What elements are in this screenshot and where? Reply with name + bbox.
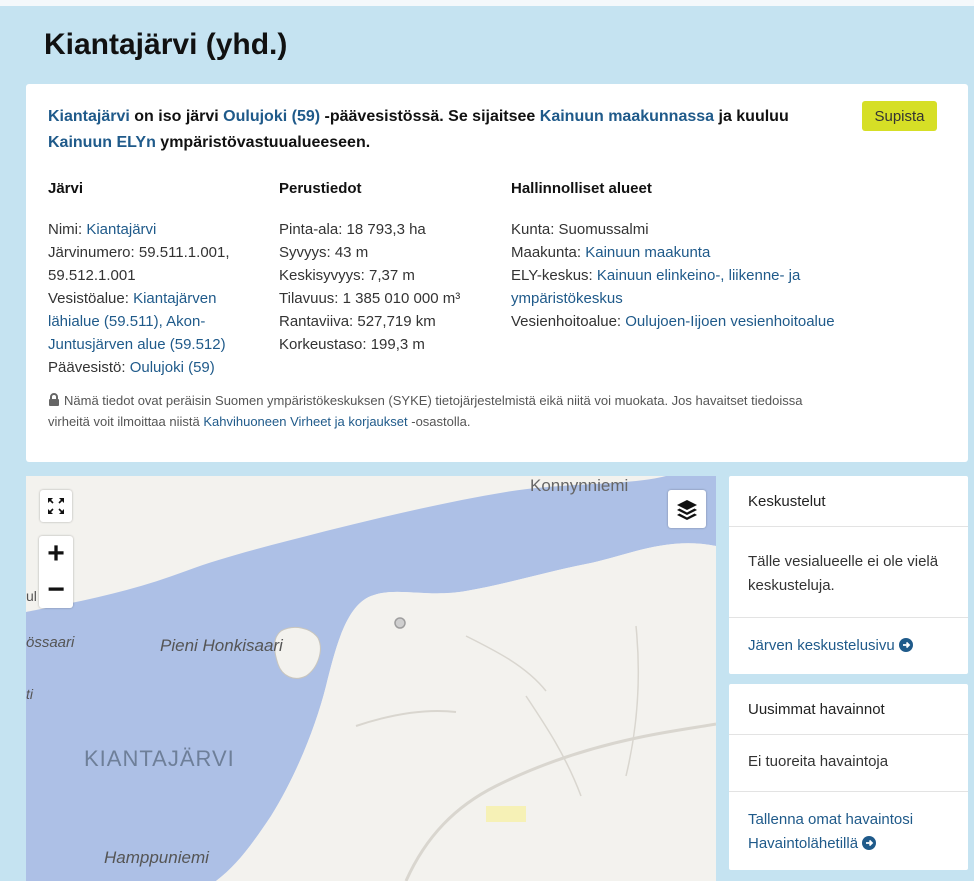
- volume-value: Tilavuus: 1 385 010 000 m³: [279, 290, 461, 307]
- catchment-row: Vesistöalue: Kiantajärven: [48, 290, 217, 307]
- map-label-left2: ti: [26, 686, 33, 702]
- catchment-row-2: lähialue (59.511), Akon-: [48, 310, 263, 333]
- ely-value-link[interactable]: Kainuun elinkeino-, liikenne- ja: [597, 267, 800, 284]
- depth-value: Syvyys: 43 m: [279, 244, 369, 261]
- municipality-row: Kunta: Suomussalmi: [511, 221, 649, 238]
- discussions-body: Tälle vesialueelle ei ole vielä keskuste…: [729, 527, 968, 618]
- map-terrain: [26, 476, 716, 881]
- lake-name-row: Nimi: Kiantajärvi: [48, 221, 157, 238]
- lock-icon: [48, 392, 60, 412]
- fullscreen-button[interactable]: [40, 490, 72, 522]
- main-basin-row: Päävesistö: Oulujoki (59): [48, 359, 215, 376]
- lake-map[interactable]: Konnynniemi Pieni Honkisaari össaari ti …: [26, 476, 716, 881]
- discussions-link[interactable]: Järven keskustelusivu: [729, 618, 968, 674]
- ely-row: ELY-keskus: Kainuun elinkeino-, liikenne…: [511, 267, 801, 284]
- map-label-bottom: Hamppuniemi: [104, 848, 209, 867]
- zoom-in-button[interactable]: +: [39, 536, 73, 572]
- catchment-link-2[interactable]: Akon-: [163, 313, 205, 330]
- basin-link[interactable]: Oulujoki (59): [223, 108, 320, 125]
- map-label-left1: össaari: [26, 634, 75, 651]
- collapse-button[interactable]: Supista: [862, 101, 937, 131]
- data-source-notice: Nämä tiedot ovat peräisin Suomen ympäris…: [48, 392, 803, 429]
- catchment-row-3: Juntusjärven alue (59.512): [48, 333, 263, 356]
- lake-info-card: Kiantajärvi on iso järvi Oulujoki (59) -…: [26, 84, 968, 462]
- lake-link[interactable]: Kiantajärvi: [48, 108, 130, 125]
- mean-depth-value: Keskisyvyys: 7,37 m: [279, 267, 415, 284]
- basic-info-column: Perustiedot Pinta-ala: 18 793,3 ha Syvyy…: [279, 178, 499, 356]
- page-title: Kiantajärvi (yhd.): [44, 28, 288, 61]
- elevation-value: Korkeustaso: 199,3 m: [279, 336, 425, 353]
- lake-column: Järvi Nimi: Kiantajärvi Järvinumero: 59.…: [48, 178, 263, 379]
- region-row: Maakunta: Kainuun maakunta: [511, 244, 711, 261]
- ely-value-link-2[interactable]: ympäristökeskus: [511, 290, 623, 307]
- lake-name-link[interactable]: Kiantajärvi: [86, 221, 156, 238]
- observations-heading: Uusimmat havainnot: [729, 684, 968, 735]
- discussions-heading: Keskustelut: [729, 476, 968, 527]
- lake-number-row-2: 59.512.1.001: [48, 267, 136, 284]
- intro-text: Kiantajärvi on iso järvi Oulujoki (59) -…: [48, 108, 789, 151]
- ely-row-2: ympäristökeskus: [511, 287, 911, 310]
- lake-heading: Järvi: [48, 180, 84, 197]
- fullscreen-icon: [48, 498, 64, 514]
- observations-body: Ei tuoreita havaintoja: [729, 735, 968, 792]
- layers-button[interactable]: [668, 490, 706, 528]
- layers-icon: [677, 500, 697, 520]
- catchment-link-2b[interactable]: Juntusjärven alue (59.512): [48, 336, 226, 353]
- catchment-link-1[interactable]: Kiantajärven: [133, 290, 216, 307]
- admin-column: Hallinnolliset alueet Kunta: Suomussalmi…: [511, 178, 911, 333]
- area-value: Pinta-ala: 18 793,3 ha: [279, 221, 426, 238]
- errors-link[interactable]: Kahvihuoneen Virheet ja korjaukset: [203, 414, 407, 429]
- top-strip: [0, 0, 974, 6]
- map-label-lake: KIANTAJÄRVI: [84, 746, 235, 771]
- map-label-left3: ul: [26, 588, 37, 604]
- discussions-panel: Keskustelut Tälle vesialueelle ei ole vi…: [729, 476, 968, 674]
- region-value-link[interactable]: Kainuun maakunta: [585, 244, 710, 261]
- observations-link[interactable]: Tallenna omat havaintosi Havaintolähetil…: [729, 792, 968, 870]
- zoom-control: + −: [39, 536, 73, 608]
- lake-number-row: Järvinumero: 59.511.1.001,: [48, 244, 230, 261]
- catchment-link-1b[interactable]: lähialue (59.511),: [48, 313, 163, 330]
- observations-panel: Uusimmat havainnot Ei tuoreita havaintoj…: [729, 684, 968, 870]
- region-link[interactable]: Kainuun maakunnassa: [540, 108, 714, 125]
- main-basin-link[interactable]: Oulujoki (59): [130, 359, 215, 376]
- arrow-right-icon: [862, 836, 877, 850]
- arrow-right-icon: [898, 638, 913, 652]
- map-label-top: Konnynniemi: [530, 476, 629, 495]
- admin-heading: Hallinnolliset alueet: [511, 180, 652, 197]
- zoom-out-button[interactable]: −: [39, 572, 73, 608]
- water-mgmt-row: Vesienhoitoalue: Oulujoen-Iijoen vesienh…: [511, 313, 835, 330]
- basic-info-heading: Perustiedot: [279, 180, 362, 197]
- ely-link[interactable]: Kainuun ELYn: [48, 134, 156, 151]
- water-mgmt-link[interactable]: Oulujoen-Iijoen vesienhoitoalue: [625, 313, 834, 330]
- shoreline-value: Rantaviiva: 527,719 km: [279, 313, 436, 330]
- map-label-island: Pieni Honkisaari: [160, 636, 283, 655]
